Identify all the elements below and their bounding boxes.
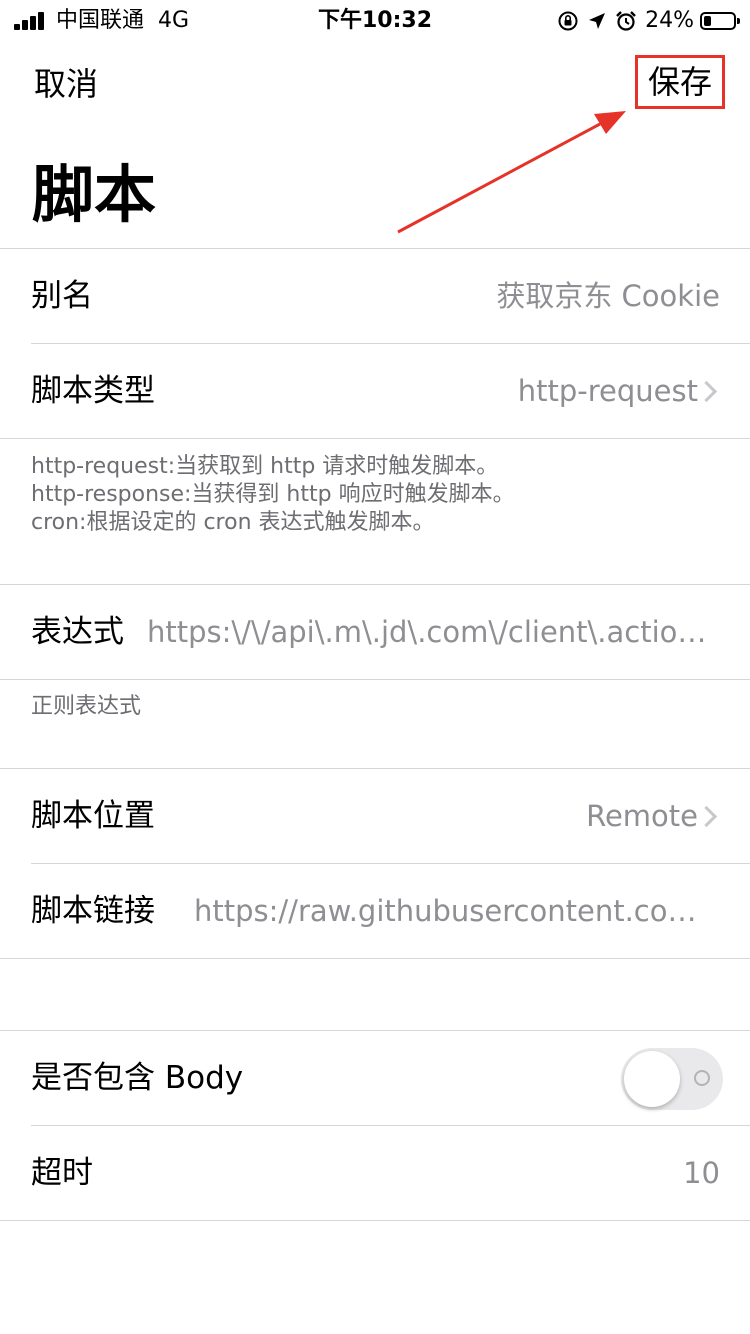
alarm-icon: [615, 10, 637, 32]
help-line: http-response:当获得到 http 响应时触发脚本。: [31, 482, 515, 507]
include-body-label: 是否包含 Body: [31, 1060, 244, 1096]
script-type-row[interactable]: 脚本类型 http-request: [0, 344, 750, 438]
toggle-off-indicator: [694, 1070, 710, 1086]
rotation-lock-icon: [557, 10, 579, 32]
alias-label: 别名: [31, 278, 93, 314]
timeout-label: 超时: [31, 1155, 93, 1191]
script-type-value: http-request: [517, 374, 698, 408]
script-location-row[interactable]: 脚本位置 Remote: [0, 769, 750, 863]
divider: [0, 438, 750, 439]
status-bar: 中国联通 4G 下午10:32 24%: [0, 0, 750, 40]
help-line: cron:根据设定的 cron 表达式触发脚本。: [31, 510, 435, 535]
alias-row[interactable]: 别名 获取京东 Cookie: [0, 249, 750, 343]
location-arrow-icon: [587, 11, 607, 31]
include-body-row: 是否包含 Body: [0, 1031, 750, 1125]
script-type-label: 脚本类型: [31, 373, 155, 409]
timeout-row[interactable]: 超时 10: [0, 1126, 750, 1220]
script-link-row[interactable]: 脚本链接 https://raw.githubusercontent.com/N…: [0, 864, 750, 958]
divider: [0, 958, 750, 959]
status-right-group: 24%: [557, 6, 740, 36]
divider: [0, 1220, 750, 1221]
expression-input[interactable]: https:\/\/api\.m\.jd\.com\/client\.actio…: [147, 585, 720, 679]
expression-help: 正则表达式: [31, 694, 142, 719]
toggle-knob: [624, 1051, 680, 1107]
divider: [0, 679, 750, 680]
timeout-input[interactable]: 10: [683, 1126, 720, 1220]
include-body-toggle[interactable]: [621, 1048, 723, 1110]
script-type-help: http-request:当获取到 http 请求时触发脚本。 http-res…: [31, 453, 515, 537]
battery-percent: 24%: [645, 8, 694, 33]
expression-label: 表达式: [31, 614, 124, 650]
chevron-right-icon: [695, 380, 718, 403]
alias-input[interactable]: 获取京东 Cookie: [496, 249, 720, 343]
cancel-button[interactable]: 取消: [34, 62, 98, 106]
battery-icon: [700, 12, 740, 30]
chevron-right-icon: [695, 805, 718, 828]
script-location-value: Remote: [586, 799, 698, 833]
expression-row[interactable]: 表达式 https:\/\/api\.m\.jd\.com\/client\.a…: [0, 585, 750, 679]
save-button[interactable]: 保存: [635, 55, 725, 109]
help-line: http-request:当获取到 http 请求时触发脚本。: [31, 454, 499, 479]
page-title: 脚本: [32, 158, 157, 231]
script-location-label: 脚本位置: [31, 798, 155, 834]
script-link-input[interactable]: https://raw.githubusercontent.com/N...: [194, 864, 720, 958]
script-link-label: 脚本链接: [31, 893, 155, 929]
